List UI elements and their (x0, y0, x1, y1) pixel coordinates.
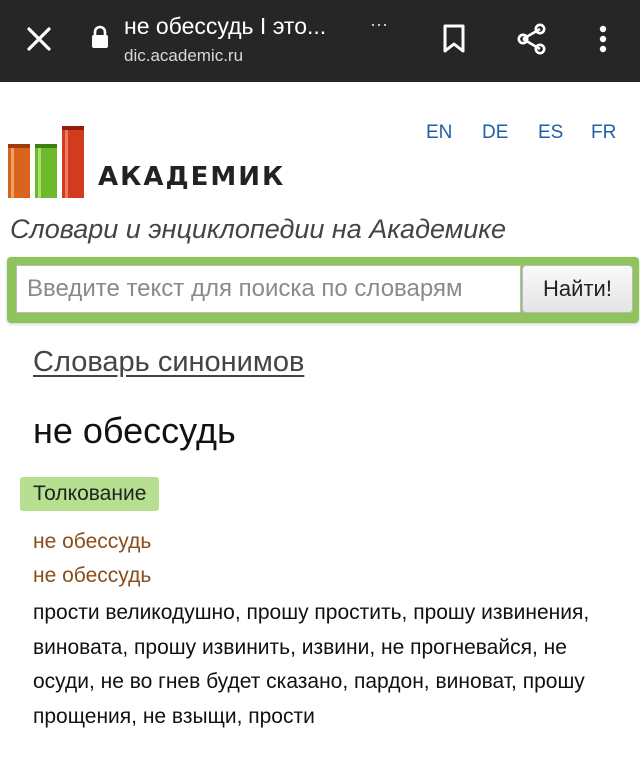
title-overflow-indicator: ··· (370, 14, 388, 34)
variant-line: не обессудь (33, 530, 152, 553)
page-title: не обессудь I это... (124, 13, 327, 39)
close-button[interactable] (20, 20, 58, 58)
search-input[interactable] (16, 265, 521, 313)
search-bar: Найти! (7, 257, 639, 323)
more-vert-icon (599, 25, 607, 53)
share-button[interactable] (511, 18, 553, 60)
share-icon (517, 23, 546, 55)
search-button[interactable]: Найти! (522, 265, 633, 313)
lock-icon (92, 25, 108, 48)
browser-toolbar: не обессудь I это... ··· dic.academic.ru (0, 0, 640, 82)
language-link-en[interactable]: EN (426, 122, 452, 144)
site-logo-text[interactable]: АКАДЕМИК (98, 162, 285, 192)
dictionary-link[interactable]: Словарь синонимов (33, 346, 304, 379)
overflow-menu-button[interactable] (582, 18, 624, 60)
language-link-es[interactable]: ES (538, 122, 563, 144)
headword: не обессудь (33, 410, 236, 451)
close-icon (27, 27, 51, 51)
definition-text: прости великодушно, прошу простить, прош… (33, 601, 590, 728)
bookmark-icon (443, 24, 465, 53)
language-link-fr[interactable]: FR (591, 122, 616, 144)
bookmark-button[interactable] (433, 18, 475, 60)
page-url[interactable]: dic.academic.ru (124, 44, 243, 68)
section-badge: Толкование (20, 477, 160, 511)
variant-line: не обессудь (33, 564, 152, 587)
site-tagline: Словари и энциклопедии на Академике (10, 214, 506, 244)
language-link-de[interactable]: DE (482, 122, 508, 144)
language-switcher: EN DE ES FR (0, 122, 640, 150)
